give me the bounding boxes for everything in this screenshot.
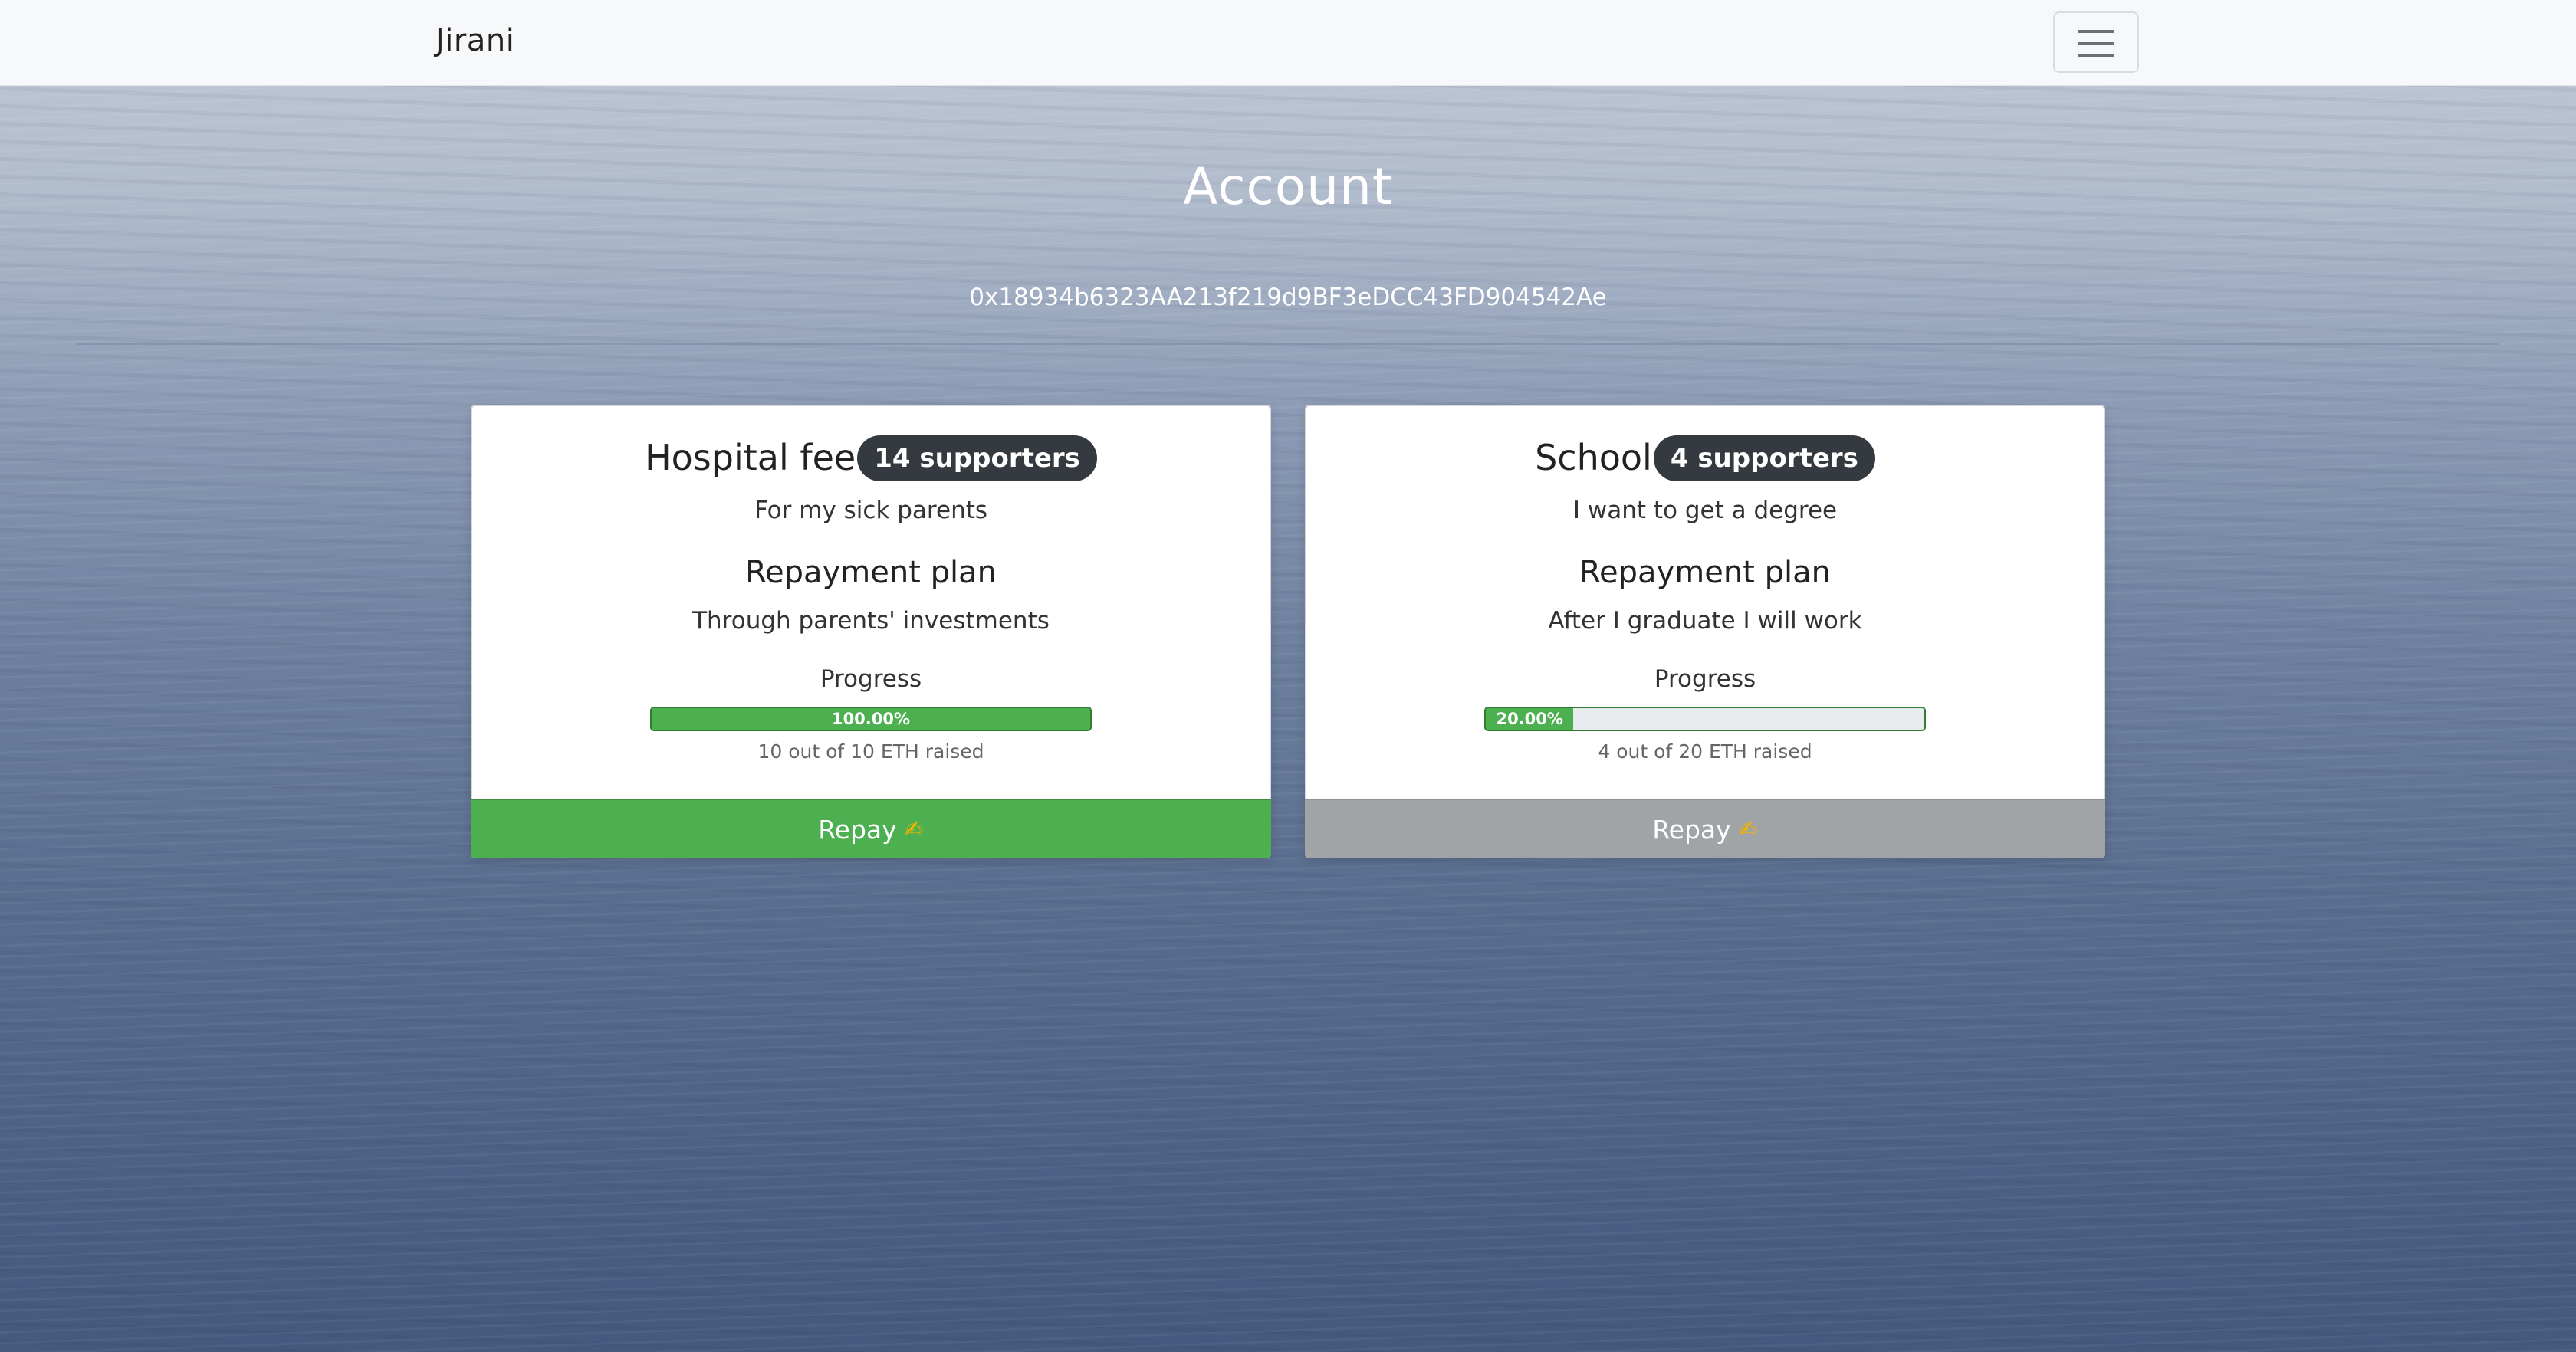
progress-fill: 20.00% bbox=[1486, 708, 1574, 730]
repayment-plan-text: Through parents' investments bbox=[692, 607, 1050, 635]
repayment-plan-heading: Repayment plan bbox=[745, 555, 997, 590]
brand-logo[interactable]: Jirani bbox=[435, 23, 514, 58]
writing-hand-icon: ✍ bbox=[1738, 815, 1758, 843]
campaign-title: School 4 supporters bbox=[1306, 435, 2104, 484]
page-title: Account bbox=[1183, 157, 1393, 216]
progress-heading: Progress bbox=[1654, 665, 1756, 693]
repay-button-label: Repay bbox=[818, 814, 897, 845]
campaign-card-school: School 4 supporters I want to get a degre… bbox=[1305, 405, 2105, 858]
repay-button[interactable]: Repay ✍ bbox=[471, 799, 1271, 858]
progress-heading: Progress bbox=[820, 665, 922, 693]
account-address: 0x18934b6323AA213f219d9BF3eDCC43FD904542… bbox=[969, 284, 1607, 311]
amount-raised: 10 out of 10 ETH raised bbox=[757, 740, 984, 763]
campaign-title: Hospital fee 14 supporters bbox=[472, 435, 1270, 484]
campaign-description: For my sick parents bbox=[754, 497, 988, 524]
supporters-badge: 14 supporters bbox=[857, 435, 1097, 481]
progress-bar: 20.00% bbox=[1484, 707, 1926, 731]
hamburger-menu-icon bbox=[2078, 30, 2114, 33]
repay-button[interactable]: Repay ✍ bbox=[1305, 799, 2105, 858]
campaign-title-text: Hospital fee bbox=[645, 437, 856, 478]
repayment-plan-heading: Repayment plan bbox=[1579, 555, 1831, 590]
divider bbox=[77, 343, 2499, 345]
campaign-card-hospital-fee: Hospital fee 14 supporters For my sick pa… bbox=[471, 405, 1271, 858]
amount-raised: 4 out of 20 ETH raised bbox=[1598, 740, 1812, 763]
campaign-title-text: School bbox=[1535, 437, 1652, 478]
menu-toggle-button[interactable] bbox=[2053, 11, 2139, 73]
navbar: Jirani bbox=[0, 0, 2576, 86]
campaign-description: I want to get a degree bbox=[1572, 497, 1838, 524]
progress-bar: 100.00% bbox=[650, 707, 1092, 731]
repay-button-label: Repay bbox=[1652, 814, 1731, 845]
supporters-badge: 4 supporters bbox=[1653, 435, 1875, 481]
writing-hand-icon: ✍ bbox=[904, 815, 924, 843]
progress-fill: 100.00% bbox=[652, 708, 1090, 730]
repayment-plan-text: After I graduate I will work bbox=[1548, 607, 1862, 635]
